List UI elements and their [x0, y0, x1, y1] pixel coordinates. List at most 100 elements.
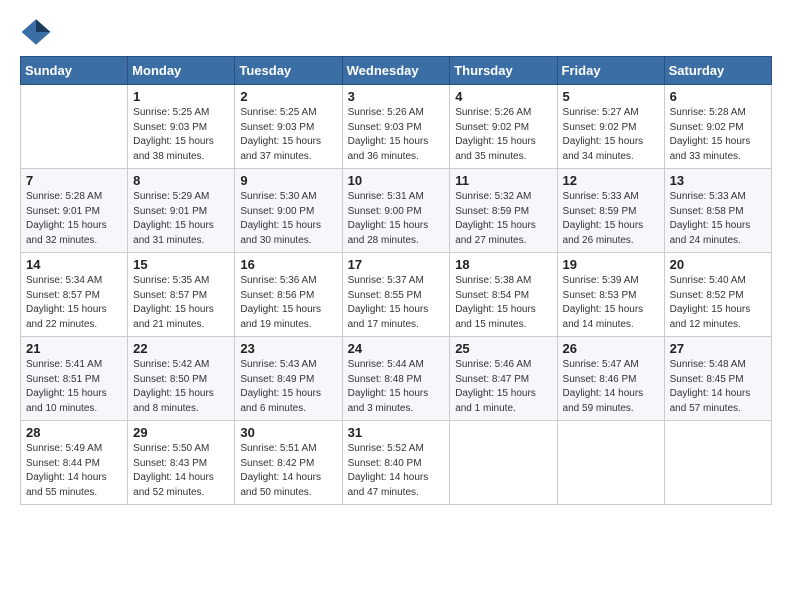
day-number: 26 [563, 341, 659, 356]
day-number: 10 [348, 173, 445, 188]
calendar-cell: 30 Sunrise: 5:51 AM Sunset: 8:42 PM Dayli… [235, 421, 342, 505]
weekday-header-row: SundayMondayTuesdayWednesdayThursdayFrid… [21, 57, 772, 85]
day-info: Sunrise: 5:38 AM Sunset: 8:54 PM Dayligh… [455, 274, 551, 332]
day-info: Sunrise: 5:28 AM Sunset: 9:01 PM Dayligh… [26, 190, 122, 248]
day-info: Sunrise: 5:48 AM Sunset: 8:45 PM Dayligh… [670, 358, 766, 416]
day-number: 21 [26, 341, 122, 356]
day-info: Sunrise: 5:40 AM Sunset: 8:52 PM Dayligh… [670, 274, 766, 332]
day-info: Sunrise: 5:33 AM Sunset: 8:59 PM Dayligh… [563, 190, 659, 248]
calendar-cell: 25Sunrise: 5:46 AM Sunset: 8:47 PM Dayli… [450, 337, 557, 421]
calendar-cell: 10Sunrise: 5:31 AM Sunset: 9:00 PM Dayli… [342, 169, 450, 253]
calendar-cell: 8 Sunrise: 5:29 AM Sunset: 9:01 PM Daylig… [128, 169, 235, 253]
calendar-cell: 22 Sunrise: 5:42 AM Sunset: 8:50 PM Dayli… [128, 337, 235, 421]
day-info: Sunrise: 5:41 AM Sunset: 8:51 PM Dayligh… [26, 358, 122, 416]
calendar-cell: 21 Sunrise: 5:41 AM Sunset: 8:51 PM Dayli… [21, 337, 128, 421]
page-header [20, 16, 772, 48]
day-number: 3 [348, 89, 445, 104]
day-number: 19 [563, 257, 659, 272]
day-number: 24 [348, 341, 445, 356]
day-number: 7 [26, 173, 122, 188]
calendar-week-row: 28 Sunrise: 5:49 AM Sunset: 8:44 PM Dayli… [21, 421, 772, 505]
calendar-week-row: 7 Sunrise: 5:28 AM Sunset: 9:01 PM Daylig… [21, 169, 772, 253]
calendar-cell: 24 Sunrise: 5:44 AM Sunset: 8:48 PM Dayli… [342, 337, 450, 421]
day-info: Sunrise: 5:50 AM Sunset: 8:43 PM Dayligh… [133, 442, 229, 500]
day-info: Sunrise: 5:49 AM Sunset: 8:44 PM Dayligh… [26, 442, 122, 500]
day-info: Sunrise: 5:43 AM Sunset: 8:49 PM Dayligh… [240, 358, 336, 416]
day-info: Sunrise: 5:30 AM Sunset: 9:00 PM Dayligh… [240, 190, 336, 248]
weekday-header-sunday: Sunday [21, 57, 128, 85]
day-number: 18 [455, 257, 551, 272]
day-number: 15 [133, 257, 229, 272]
calendar-cell: 27 Sunrise: 5:48 AM Sunset: 8:45 PM Dayli… [664, 337, 771, 421]
day-number: 31 [348, 425, 445, 440]
calendar-week-row: 21 Sunrise: 5:41 AM Sunset: 8:51 PM Dayli… [21, 337, 772, 421]
day-info: Sunrise: 5:26 AM Sunset: 9:03 PM Dayligh… [348, 106, 445, 164]
calendar-cell [450, 421, 557, 505]
calendar-cell [21, 85, 128, 169]
calendar-cell: 14 Sunrise: 5:34 AM Sunset: 8:57 PM Dayli… [21, 253, 128, 337]
logo [20, 16, 56, 48]
day-number: 8 [133, 173, 229, 188]
calendar-cell: 19 Sunrise: 5:39 AM Sunset: 8:53 PM Dayli… [557, 253, 664, 337]
day-info: Sunrise: 5:52 AM Sunset: 8:40 PM Dayligh… [348, 442, 445, 500]
calendar-cell: 7 Sunrise: 5:28 AM Sunset: 9:01 PM Daylig… [21, 169, 128, 253]
day-info: Sunrise: 5:51 AM Sunset: 8:42 PM Dayligh… [240, 442, 336, 500]
day-number: 2 [240, 89, 336, 104]
day-number: 4 [455, 89, 551, 104]
calendar-cell: 6 Sunrise: 5:28 AM Sunset: 9:02 PM Daylig… [664, 85, 771, 169]
day-info: Sunrise: 5:47 AM Sunset: 8:46 PM Dayligh… [563, 358, 659, 416]
day-info: Sunrise: 5:33 AM Sunset: 8:58 PM Dayligh… [670, 190, 766, 248]
calendar-cell: 16 Sunrise: 5:36 AM Sunset: 8:56 PM Dayli… [235, 253, 342, 337]
weekday-header-monday: Monday [128, 57, 235, 85]
day-number: 6 [670, 89, 766, 104]
calendar-cell: 11 Sunrise: 5:32 AM Sunset: 8:59 PM Dayli… [450, 169, 557, 253]
weekday-header-wednesday: Wednesday [342, 57, 450, 85]
calendar-cell: 31 Sunrise: 5:52 AM Sunset: 8:40 PM Dayli… [342, 421, 450, 505]
day-number: 27 [670, 341, 766, 356]
calendar-cell: 26 Sunrise: 5:47 AM Sunset: 8:46 PM Dayli… [557, 337, 664, 421]
weekday-header-tuesday: Tuesday [235, 57, 342, 85]
calendar-week-row: 1Sunrise: 5:25 AM Sunset: 9:03 PM Daylig… [21, 85, 772, 169]
calendar-cell: 23Sunrise: 5:43 AM Sunset: 8:49 PM Dayli… [235, 337, 342, 421]
calendar-cell: 3 Sunrise: 5:26 AM Sunset: 9:03 PM Daylig… [342, 85, 450, 169]
day-number: 25 [455, 341, 551, 356]
weekday-header-thursday: Thursday [450, 57, 557, 85]
day-info: Sunrise: 5:39 AM Sunset: 8:53 PM Dayligh… [563, 274, 659, 332]
day-number: 30 [240, 425, 336, 440]
day-number: 20 [670, 257, 766, 272]
calendar-cell: 2 Sunrise: 5:25 AM Sunset: 9:03 PM Daylig… [235, 85, 342, 169]
calendar-cell [557, 421, 664, 505]
day-number: 5 [563, 89, 659, 104]
day-number: 22 [133, 341, 229, 356]
day-info: Sunrise: 5:25 AM Sunset: 9:03 PM Dayligh… [240, 106, 336, 164]
day-number: 29 [133, 425, 229, 440]
calendar-table: SundayMondayTuesdayWednesdayThursdayFrid… [20, 56, 772, 505]
calendar-cell: 17Sunrise: 5:37 AM Sunset: 8:55 PM Dayli… [342, 253, 450, 337]
day-number: 9 [240, 173, 336, 188]
day-number: 14 [26, 257, 122, 272]
day-info: Sunrise: 5:34 AM Sunset: 8:57 PM Dayligh… [26, 274, 122, 332]
day-info: Sunrise: 5:42 AM Sunset: 8:50 PM Dayligh… [133, 358, 229, 416]
day-number: 16 [240, 257, 336, 272]
weekday-header-saturday: Saturday [664, 57, 771, 85]
calendar-cell: 28 Sunrise: 5:49 AM Sunset: 8:44 PM Dayli… [21, 421, 128, 505]
calendar-cell [664, 421, 771, 505]
calendar-cell: 4 Sunrise: 5:26 AM Sunset: 9:02 PM Daylig… [450, 85, 557, 169]
day-info: Sunrise: 5:32 AM Sunset: 8:59 PM Dayligh… [455, 190, 551, 248]
calendar-cell: 1Sunrise: 5:25 AM Sunset: 9:03 PM Daylig… [128, 85, 235, 169]
day-info: Sunrise: 5:44 AM Sunset: 8:48 PM Dayligh… [348, 358, 445, 416]
logo-icon [20, 16, 52, 48]
day-info: Sunrise: 5:35 AM Sunset: 8:57 PM Dayligh… [133, 274, 229, 332]
day-info: Sunrise: 5:37 AM Sunset: 8:55 PM Dayligh… [348, 274, 445, 332]
calendar-cell: 29 Sunrise: 5:50 AM Sunset: 8:43 PM Dayli… [128, 421, 235, 505]
day-number: 28 [26, 425, 122, 440]
day-info: Sunrise: 5:29 AM Sunset: 9:01 PM Dayligh… [133, 190, 229, 248]
day-info: Sunrise: 5:27 AM Sunset: 9:02 PM Dayligh… [563, 106, 659, 164]
day-info: Sunrise: 5:25 AM Sunset: 9:03 PM Dayligh… [133, 106, 229, 164]
day-info: Sunrise: 5:28 AM Sunset: 9:02 PM Dayligh… [670, 106, 766, 164]
calendar-week-row: 14 Sunrise: 5:34 AM Sunset: 8:57 PM Dayli… [21, 253, 772, 337]
day-number: 11 [455, 173, 551, 188]
day-info: Sunrise: 5:26 AM Sunset: 9:02 PM Dayligh… [455, 106, 551, 164]
calendar-cell: 18 Sunrise: 5:38 AM Sunset: 8:54 PM Dayli… [450, 253, 557, 337]
day-info: Sunrise: 5:36 AM Sunset: 8:56 PM Dayligh… [240, 274, 336, 332]
